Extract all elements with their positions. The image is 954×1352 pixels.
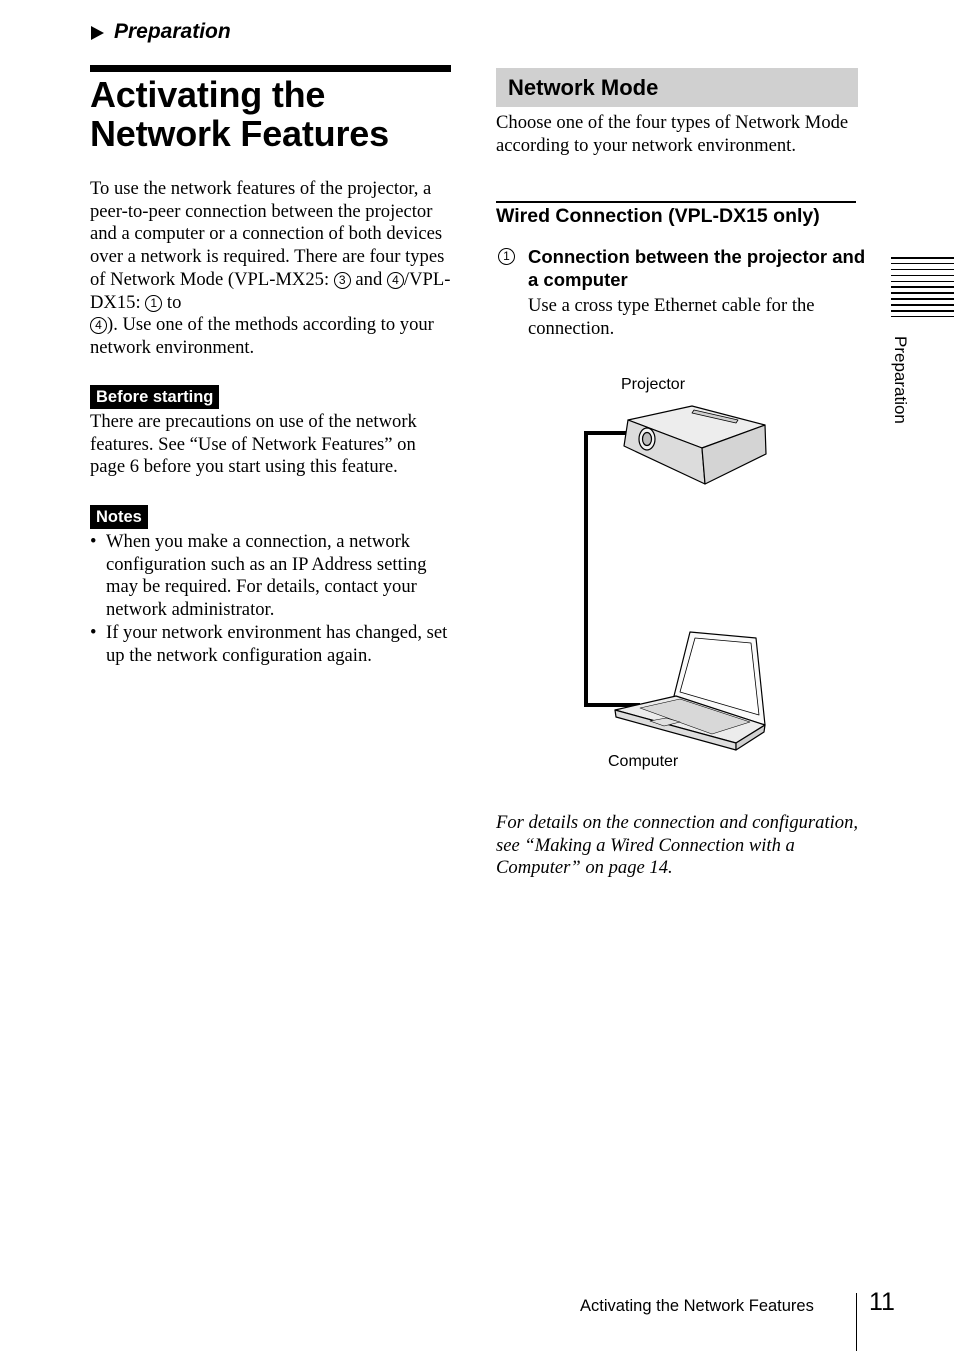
connection-item-heading: Connection between the projector and a c… [528,246,866,290]
page-title-line1: Activating the [90,74,326,115]
intro-paragraph: To use the network features of the proje… [90,178,455,360]
connection-diagram: Projector Computer [560,370,820,780]
section-crumb-label: Preparation [114,20,231,43]
wired-connection-heading: Wired Connection (VPL-DX15 only) [496,205,820,227]
circled-number: 1 [145,294,163,312]
footer-divider [856,1293,858,1351]
side-tab-label: Preparation [891,336,910,424]
circled-number: 4 [90,317,107,335]
cross-reference-text: For details on the connection and config… [496,812,859,879]
circled-number: 3 [333,271,351,289]
note-item: • If your network environment has change… [90,622,455,667]
connection-diagram-svg [584,405,767,751]
bullet: • [90,621,97,643]
section-breadcrumb: Preparation [91,19,231,45]
network-mode-heading: Network Mode [496,68,858,107]
page-title: Activating the Network Features [90,74,470,154]
circled-number: 4 [386,271,404,289]
intro-text: ). Use one of the methods according to y… [90,314,434,358]
laptop-icon [614,631,766,751]
note-item: • When you make a connection, a network … [90,531,455,622]
ethernet-cable [584,431,640,707]
footer-title: Activating the Network Features [580,1297,814,1315]
projector-label: Projector [621,376,686,393]
before-starting-label: Before starting [90,385,220,409]
intro-text: and [350,268,387,290]
circled-number: 1 [498,248,515,265]
network-mode-text: Choose one of the four types of Network … [496,112,849,156]
before-starting-text: There are precautions on use of the netw… [90,411,417,478]
projector-icon [623,405,767,485]
title-rule [90,65,451,72]
intro-text: to [162,291,182,313]
page-number: 11 [869,1288,895,1316]
note-text: If your network environment has changed,… [106,621,448,666]
note-text: When you make a connection, a network co… [106,531,427,621]
triangle-right-icon [91,25,104,40]
notes-label: Notes [90,505,148,529]
computer-label: Computer [608,753,679,770]
side-tab-stripes [891,257,954,319]
bullet: • [90,531,97,552]
notes-list: • When you make a connection, a network … [90,531,455,667]
page-title-line2: Network Features [90,112,389,154]
connection-item-text: Use a cross type Ethernet cable for the … [528,295,815,339]
